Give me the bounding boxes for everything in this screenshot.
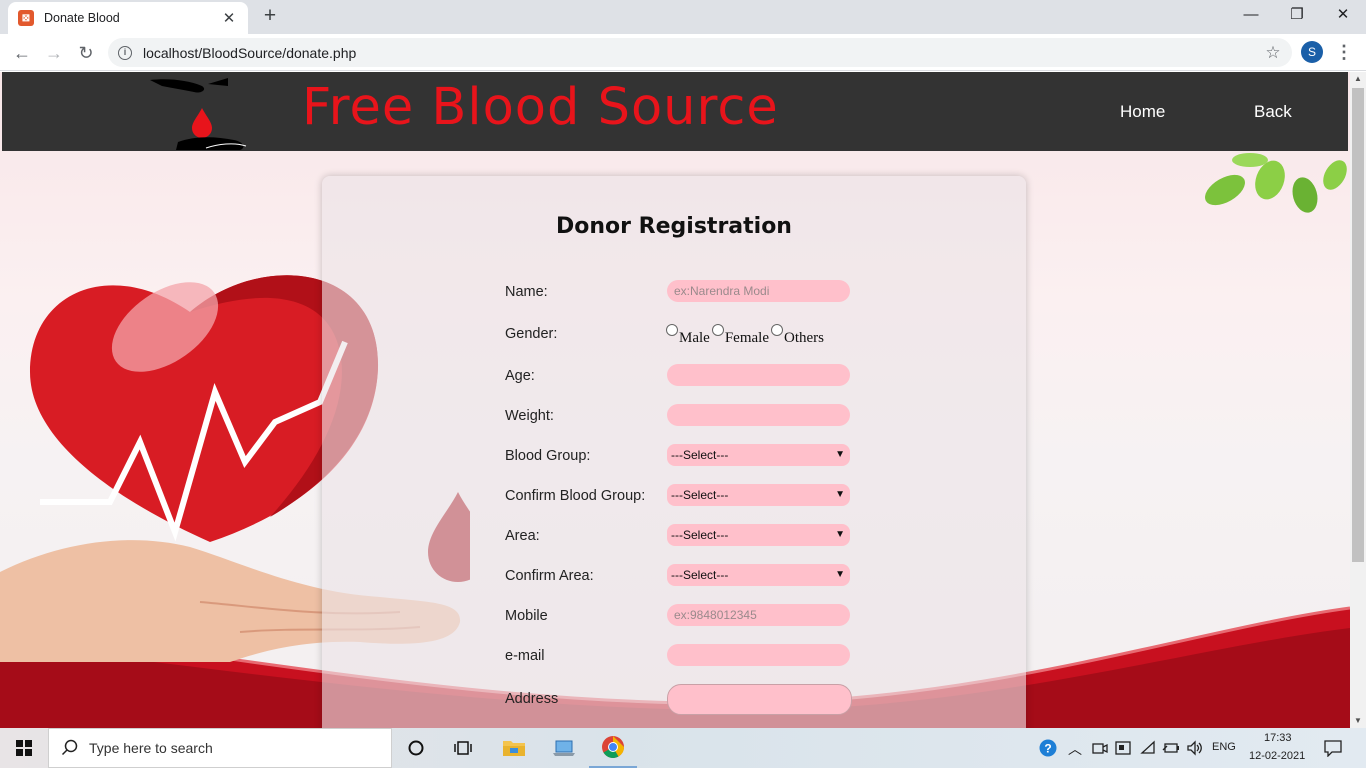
mobile-input[interactable]: ex:9848012345 <box>667 604 850 626</box>
browser-tab-strip: ⊠ Donate Blood ✕ + — ❐ ✕ <box>0 0 1366 34</box>
confirm-area-select[interactable]: ---Select--- ▼ <box>667 564 850 586</box>
cortana-icon[interactable] <box>392 728 440 768</box>
label-mobile: Mobile <box>505 608 548 624</box>
donor-registration-card: Donor Registration Name: ex:Narendra Mod… <box>322 176 1026 728</box>
new-tab-icon[interactable]: + <box>258 4 282 28</box>
blood-group-select[interactable]: ---Select--- ▼ <box>667 444 850 466</box>
gender-male-label: Male <box>679 330 710 346</box>
clock-date[interactable]: 12-02-2021 <box>1249 750 1305 762</box>
email-input[interactable] <box>667 644 850 666</box>
scroll-up-icon[interactable]: ▲ <box>1350 72 1366 86</box>
chevron-down-icon: ▼ <box>835 569 845 580</box>
area-selected: ---Select--- <box>671 528 729 542</box>
label-weight: Weight: <box>505 408 554 424</box>
search-icon <box>61 739 78 756</box>
label-email: e-mail <box>505 648 545 664</box>
gender-others-label: Others <box>783 330 824 346</box>
bookmark-star-icon[interactable]: ☆ <box>1260 43 1286 63</box>
volume-icon[interactable] <box>1186 740 1204 756</box>
chevron-down-icon: ▼ <box>835 449 845 460</box>
windows-start-button[interactable] <box>0 728 48 768</box>
label-confirm-area: Confirm Area: <box>505 568 594 584</box>
confirm-blood-group-select[interactable]: ---Select--- ▼ <box>667 484 850 506</box>
scroll-down-icon[interactable]: ▼ <box>1350 714 1366 728</box>
chevron-down-icon: ▼ <box>835 489 845 500</box>
tab-title: Donate Blood <box>44 11 120 25</box>
restore-icon[interactable]: ❐ <box>1274 0 1320 32</box>
action-center-icon[interactable] <box>1324 739 1342 757</box>
reload-icon[interactable]: ↻ <box>72 39 100 67</box>
close-window-icon[interactable]: ✕ <box>1320 0 1366 32</box>
wifi-icon[interactable] <box>1140 740 1156 756</box>
profile-avatar[interactable]: S <box>1301 41 1323 63</box>
svg-text:?: ? <box>1044 742 1051 756</box>
label-address: Address <box>505 691 559 707</box>
language-indicator[interactable]: ENG <box>1212 741 1236 753</box>
label-confirm-blood-group: Confirm Blood Group: <box>505 488 646 504</box>
nav-home-link[interactable]: Home <box>1120 102 1165 122</box>
chrome-icon[interactable] <box>589 728 637 768</box>
label-age: Age: <box>505 368 535 384</box>
blood-group-selected: ---Select--- <box>671 448 729 462</box>
gender-female-label: Female <box>724 330 769 346</box>
clock-time[interactable]: 17:33 <box>1264 732 1292 744</box>
nav-back-link[interactable]: Back <box>1254 102 1292 122</box>
label-gender: Gender: <box>505 326 558 342</box>
area-select[interactable]: ---Select--- ▼ <box>667 524 850 546</box>
notification-app-icon[interactable] <box>1115 740 1131 756</box>
blood-drop-hands-logo <box>150 78 247 150</box>
browser-toolbar: ← → ↻ i localhost/BloodSource/donate.php… <box>0 34 1366 71</box>
windows-taskbar: Type here to search ? ︿ ENG 17:33 12-02-… <box>0 728 1366 768</box>
gender-radio-group: Male Female Others <box>666 324 826 347</box>
back-arrow-icon[interactable]: ← <box>8 39 36 67</box>
name-input[interactable]: ex:Narendra Modi <box>667 280 850 302</box>
browser-menu-icon[interactable]: ⋮ <box>1334 40 1354 64</box>
site-title: Free Blood Source <box>302 78 779 137</box>
label-area: Area: <box>505 528 540 544</box>
laptop-app-icon[interactable] <box>540 728 588 768</box>
scrollbar-thumb[interactable] <box>1352 88 1364 562</box>
minimize-icon[interactable]: — <box>1228 0 1274 32</box>
confirm-area-selected: ---Select--- <box>671 568 729 582</box>
help-icon[interactable]: ? <box>1039 739 1057 757</box>
label-blood-group: Blood Group: <box>505 448 591 464</box>
form-title: Donor Registration <box>556 214 792 239</box>
xampp-favicon-icon: ⊠ <box>18 10 34 26</box>
close-tab-icon[interactable]: ✕ <box>220 9 238 27</box>
chevron-up-icon[interactable]: ︿ <box>1068 739 1082 759</box>
battery-icon[interactable] <box>1162 740 1180 756</box>
task-view-icon[interactable] <box>440 728 488 768</box>
taskbar-search-placeholder: Type here to search <box>89 740 213 756</box>
age-input[interactable] <box>667 364 850 386</box>
leaves-decoration <box>1205 153 1347 213</box>
browser-tab[interactable]: ⊠ Donate Blood ✕ <box>8 2 248 34</box>
label-name: Name: <box>505 284 548 300</box>
gender-others-radio[interactable] <box>770 324 783 336</box>
meet-now-icon[interactable] <box>1092 740 1108 756</box>
page-viewport: Free Blood Source Home Back Donor Regist… <box>0 72 1350 728</box>
file-explorer-icon[interactable] <box>490 728 538 768</box>
url-text[interactable]: localhost/BloodSource/donate.php <box>143 45 1260 61</box>
site-header: Free Blood Source Home Back <box>2 72 1348 151</box>
gender-female-radio[interactable] <box>711 324 724 336</box>
address-textarea[interactable] <box>667 684 852 715</box>
forward-arrow-icon[interactable]: → <box>40 39 68 67</box>
taskbar-search-box[interactable]: Type here to search <box>48 728 392 768</box>
weight-input[interactable] <box>667 404 850 426</box>
windows-logo-icon <box>16 740 32 756</box>
address-bar[interactable]: i localhost/BloodSource/donate.php ☆ <box>108 38 1292 67</box>
page-scrollbar[interactable]: ▲ ▼ <box>1350 72 1366 728</box>
gender-male-radio[interactable] <box>666 324 678 336</box>
site-info-icon[interactable]: i <box>118 45 132 60</box>
chevron-down-icon: ▼ <box>835 529 845 540</box>
confirm-blood-group-selected: ---Select--- <box>671 488 729 502</box>
